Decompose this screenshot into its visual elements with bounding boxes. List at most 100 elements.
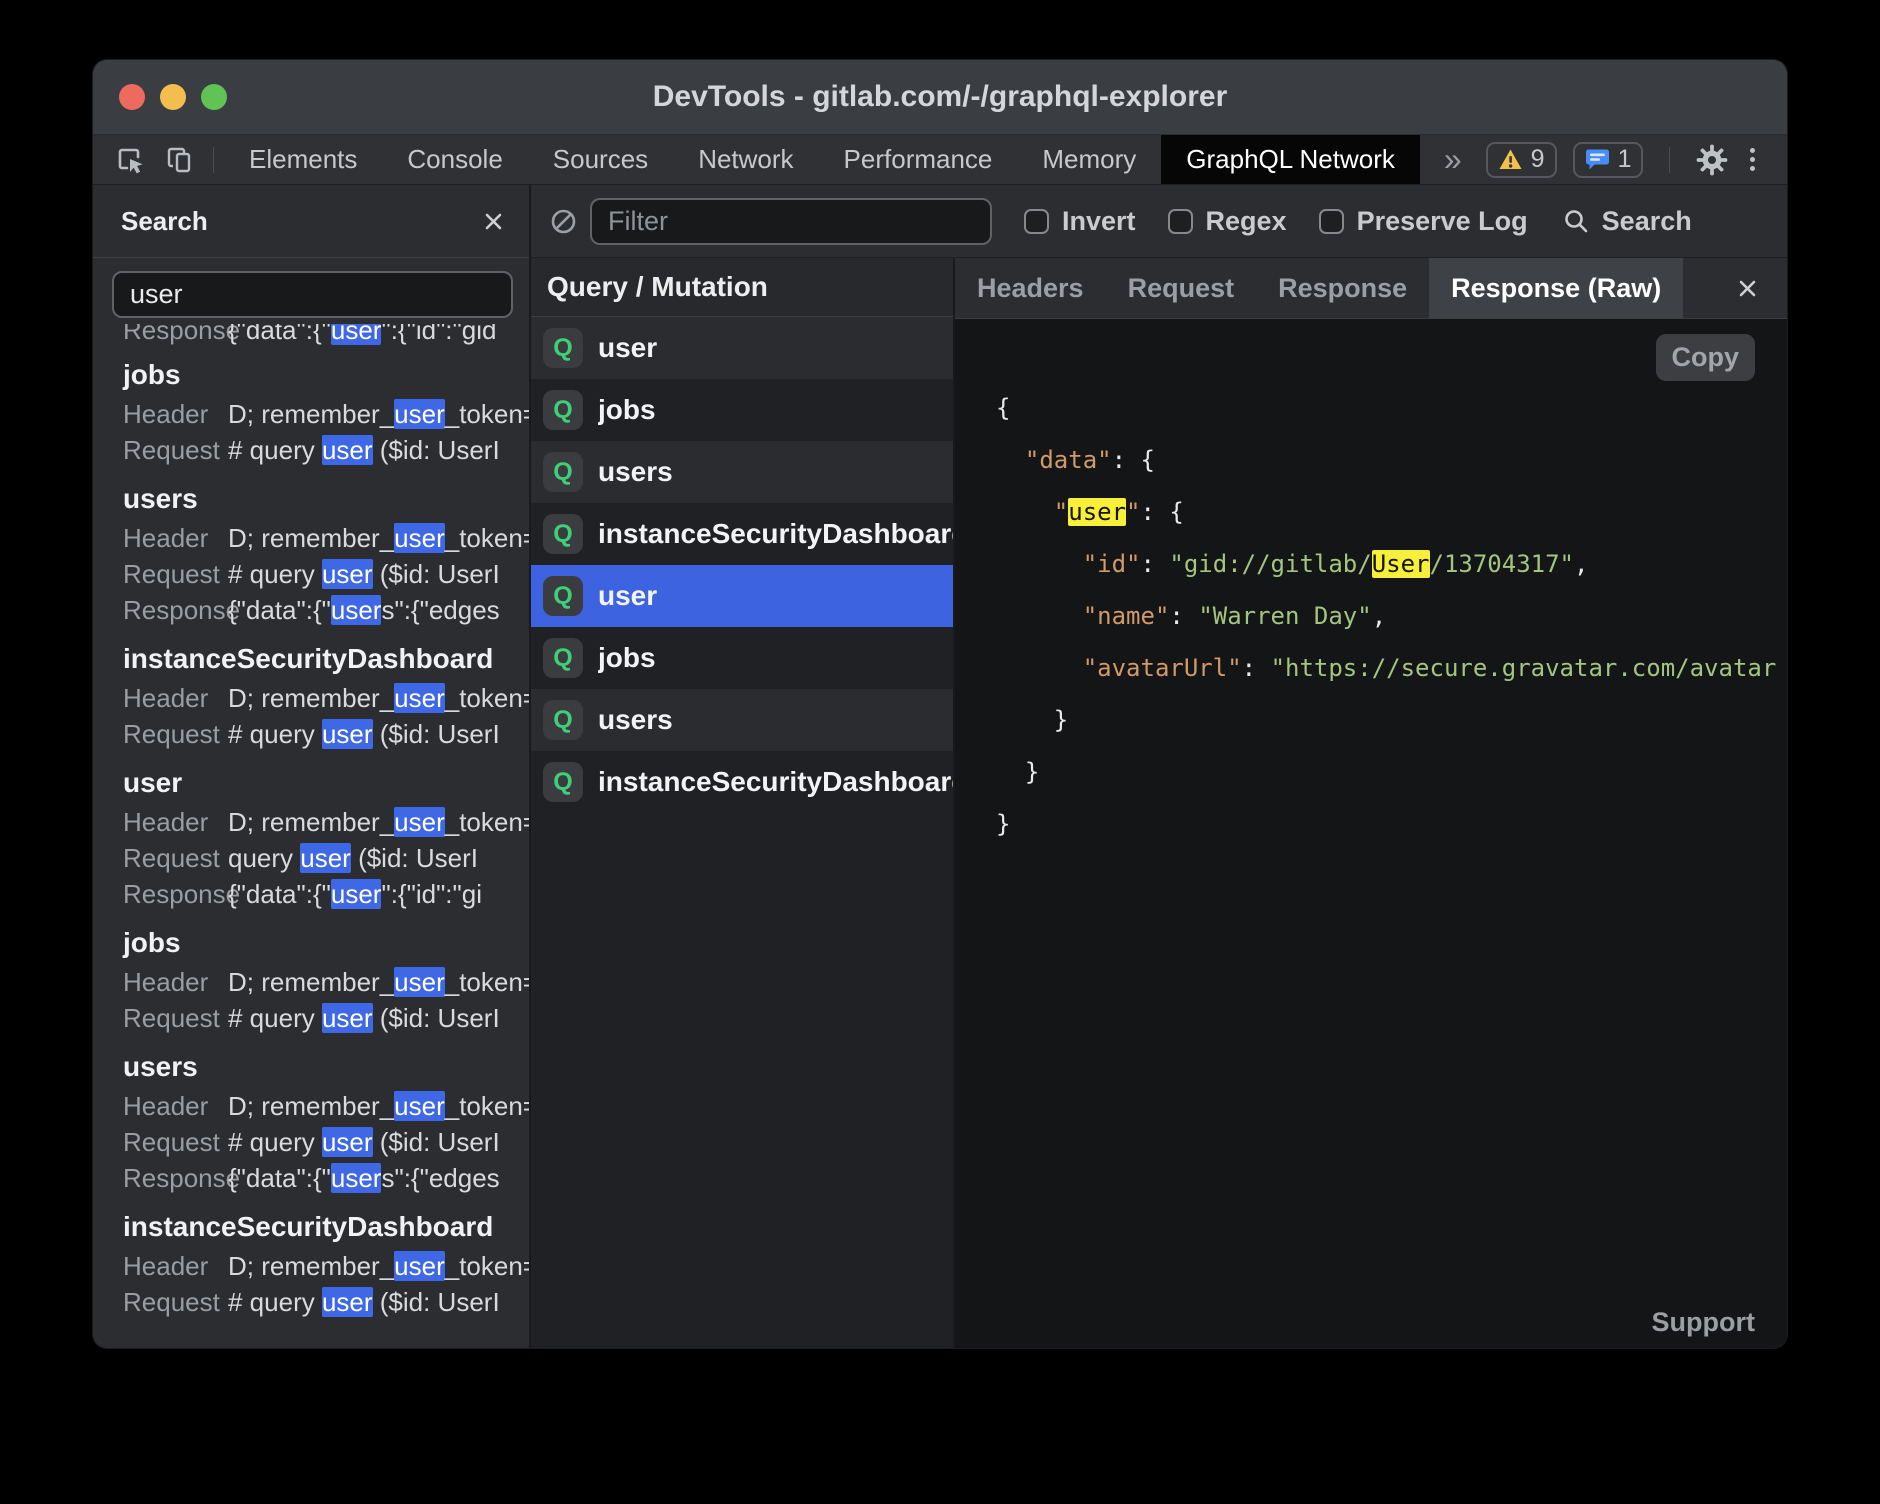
search-result-row[interactable]: Response{"data":{"user":{"id":"gid <box>123 324 529 348</box>
toolbar-search-label: Search <box>1602 206 1692 237</box>
result-field-label: Header <box>123 680 228 716</box>
regex-checkbox[interactable] <box>1168 209 1193 234</box>
preserve-log-checkbox[interactable] <box>1319 209 1344 234</box>
filter-input[interactable] <box>590 198 992 245</box>
search-result-row[interactable]: Request# query user ($id: UserI <box>123 432 529 468</box>
toolbar-search[interactable]: Search <box>1562 206 1692 237</box>
toolbar-checkbox-preserve-log[interactable]: Preserve Log <box>1319 206 1528 237</box>
search-result-row[interactable]: Request# query user ($id: UserI <box>123 1284 529 1320</box>
inspect-element-icon[interactable] <box>107 135 155 184</box>
detail-tab-response[interactable]: Response <box>1256 258 1429 318</box>
detail-tab-response-raw[interactable]: Response (Raw) <box>1429 258 1683 318</box>
result-field-label: Response <box>123 1160 228 1196</box>
search-result-row[interactable]: HeaderD; remember_user_token=e <box>123 964 529 1000</box>
detail-tab-headers[interactable]: Headers <box>955 258 1106 318</box>
search-result-row[interactable]: Response{"data":{"user":{"id":"gi <box>123 876 529 912</box>
minimize-window-button[interactable] <box>160 84 186 110</box>
devtools-tab-performance[interactable]: Performance <box>819 135 1018 184</box>
query-list-item[interactable]: Qusers <box>531 689 953 751</box>
search-result-group-title[interactable]: users <box>123 1046 529 1088</box>
clear-icon[interactable] <box>550 208 577 235</box>
query-name: users <box>598 456 673 488</box>
query-list-item[interactable]: QinstanceSecurityDashboard <box>531 503 953 565</box>
result-field-label: Header <box>123 1248 228 1284</box>
search-result-row[interactable]: HeaderD; remember_user_token=e <box>123 680 529 716</box>
query-name: instanceSecurityDashboard <box>598 518 953 550</box>
json-line: { <box>996 382 1787 434</box>
search-result-row[interactable]: Response{"data":{"users":{"edges <box>123 1160 529 1196</box>
search-result-group: usersHeaderD; remember_user_token=eReque… <box>123 478 529 628</box>
search-result-row[interactable]: Request# query user ($id: UserI <box>123 716 529 752</box>
messages-badge[interactable]: 1 <box>1573 142 1644 178</box>
search-result-row[interactable]: Response{"data":{"users":{"edges <box>123 592 529 628</box>
detail-tab-request[interactable]: Request <box>1106 258 1257 318</box>
search-result-row[interactable]: HeaderD; remember_user_token=e <box>123 520 529 556</box>
search-result-group-title[interactable]: users <box>123 478 529 520</box>
result-field-label: Request <box>123 840 228 876</box>
query-list-item[interactable]: Qusers <box>531 441 953 503</box>
copy-button[interactable]: Copy <box>1656 334 1756 381</box>
search-result-group-title[interactable]: instanceSecurityDashboard <box>123 1206 529 1248</box>
query-list-item[interactable]: Qjobs <box>531 379 953 441</box>
query-name: users <box>598 704 673 736</box>
close-detail-icon[interactable] <box>1734 275 1787 302</box>
devtools-tab-network[interactable]: Network <box>673 135 818 184</box>
search-result-row[interactable]: Request# query user ($id: UserI <box>123 556 529 592</box>
json-line: "name": "Warren Day", <box>996 590 1787 642</box>
query-list-item[interactable]: Qjobs <box>531 627 953 689</box>
query-list-item[interactable]: Quser <box>531 565 953 627</box>
devtools-tab-elements[interactable]: Elements <box>224 135 382 184</box>
search-result-row[interactable]: HeaderD; remember_user_token=e <box>123 396 529 432</box>
invert-checkbox[interactable] <box>1024 209 1049 234</box>
device-toolbar-icon[interactable] <box>155 135 203 184</box>
result-field-label: Response <box>123 324 228 348</box>
close-search-icon[interactable] <box>480 208 507 235</box>
search-result-row[interactable]: Request# query user ($id: UserI <box>123 1000 529 1036</box>
result-field-value: D; remember_user_token=e <box>228 680 529 716</box>
search-result-group: jobsHeaderD; remember_user_token=eReques… <box>123 354 529 468</box>
query-list-item[interactable]: QinstanceSecurityDashboard <box>531 751 953 813</box>
desktop-background: DevTools - gitlab.com/-/graphql-explorer… <box>0 0 1880 1504</box>
network-panels: Query / Mutation QuserQjobsQusersQinstan… <box>531 258 1787 1348</box>
search-result-row[interactable]: HeaderD; remember_user_token=e <box>123 804 529 840</box>
result-field-value: # query user ($id: UserI <box>228 556 500 592</box>
result-field-value: D; remember_user_token=e <box>228 1248 529 1284</box>
toolbar-checkbox-regex[interactable]: Regex <box>1168 206 1287 237</box>
toolbar-checkbox-invert[interactable]: Invert <box>1024 206 1136 237</box>
search-results: Response{"data":{"user":{"id":"gid jobsH… <box>93 318 529 1348</box>
result-field-label: Response <box>123 876 228 912</box>
more-tabs-icon[interactable]: » <box>1420 135 1486 184</box>
search-icon <box>1562 207 1590 235</box>
query-name: user <box>598 332 657 364</box>
search-input[interactable] <box>112 271 513 318</box>
search-result-group-title[interactable]: instanceSecurityDashboard <box>123 638 529 680</box>
devtools-tab-graphql-network[interactable]: GraphQL Network <box>1161 135 1420 184</box>
result-field-value: D; remember_user_token=e <box>228 804 529 840</box>
devtools-content: Search Response{"data":{"user":{"id":"gi… <box>93 185 1787 1348</box>
search-result-group-title[interactable]: jobs <box>123 354 529 396</box>
search-panel: Search Response{"data":{"user":{"id":"gi… <box>93 185 531 1348</box>
support-link[interactable]: Support <box>1652 1307 1755 1338</box>
search-result-row[interactable]: HeaderD; remember_user_token=e <box>123 1088 529 1124</box>
close-window-button[interactable] <box>119 84 145 110</box>
result-field-value: D; remember_user_token=e <box>228 1088 529 1124</box>
json-line: "id": "gid://gitlab/User/13704317", <box>996 538 1787 590</box>
devtools-tab-sources[interactable]: Sources <box>528 135 673 184</box>
devtools-tab-console[interactable]: Console <box>382 135 527 184</box>
query-type-badge: Q <box>543 576 583 616</box>
search-result-row[interactable]: Requestquery user ($id: UserI <box>123 840 529 876</box>
warnings-badge[interactable]: 9 <box>1486 142 1557 178</box>
json-line: "data": { <box>996 434 1787 486</box>
result-field-label: Request <box>123 432 228 468</box>
devtools-tab-memory[interactable]: Memory <box>1017 135 1161 184</box>
search-result-group-title[interactable]: jobs <box>123 922 529 964</box>
search-result-row[interactable]: Request# query user ($id: UserI <box>123 1124 529 1160</box>
zoom-window-button[interactable] <box>201 84 227 110</box>
search-result-group-title[interactable]: user <box>123 762 529 804</box>
search-result-row[interactable]: HeaderD; remember_user_token=e <box>123 1248 529 1284</box>
devtools-tabbar: ElementsConsoleSourcesNetworkPerformance… <box>93 135 1787 185</box>
result-field-label: Request <box>123 556 228 592</box>
settings-gear-icon[interactable] <box>1696 144 1728 176</box>
query-list-item[interactable]: Quser <box>531 317 953 379</box>
more-options-icon[interactable] <box>1744 148 1761 171</box>
